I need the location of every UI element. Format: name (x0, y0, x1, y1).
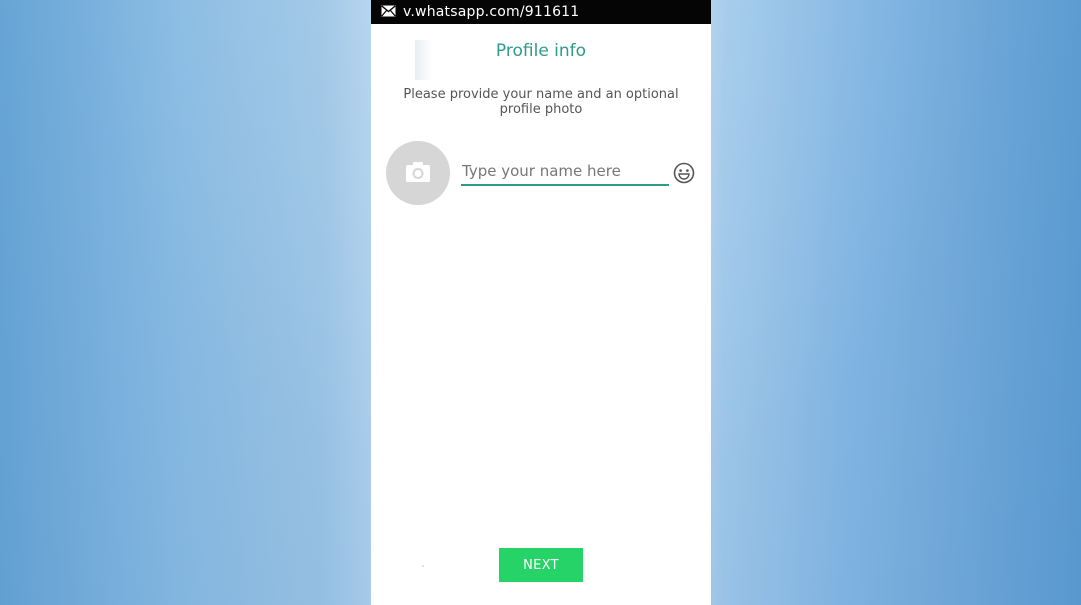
smiley-icon[interactable] (673, 162, 695, 184)
page-title: Profile info (495, 41, 587, 61)
status-url-text: v.whatsapp.com/911611 (403, 4, 580, 20)
camera-icon (406, 162, 430, 182)
name-input[interactable] (461, 160, 669, 186)
status-bar: v.whatsapp.com/911611 (371, 0, 711, 24)
phone-screen: v.whatsapp.com/911611 Profile info Pleas… (371, 0, 711, 605)
profile-photo-button[interactable] (386, 141, 450, 205)
mail-icon (381, 5, 396, 17)
faded-dot (422, 565, 424, 567)
page-subtitle: Please provide your name and an optional… (403, 87, 679, 117)
next-button[interactable]: NEXT (499, 548, 583, 582)
